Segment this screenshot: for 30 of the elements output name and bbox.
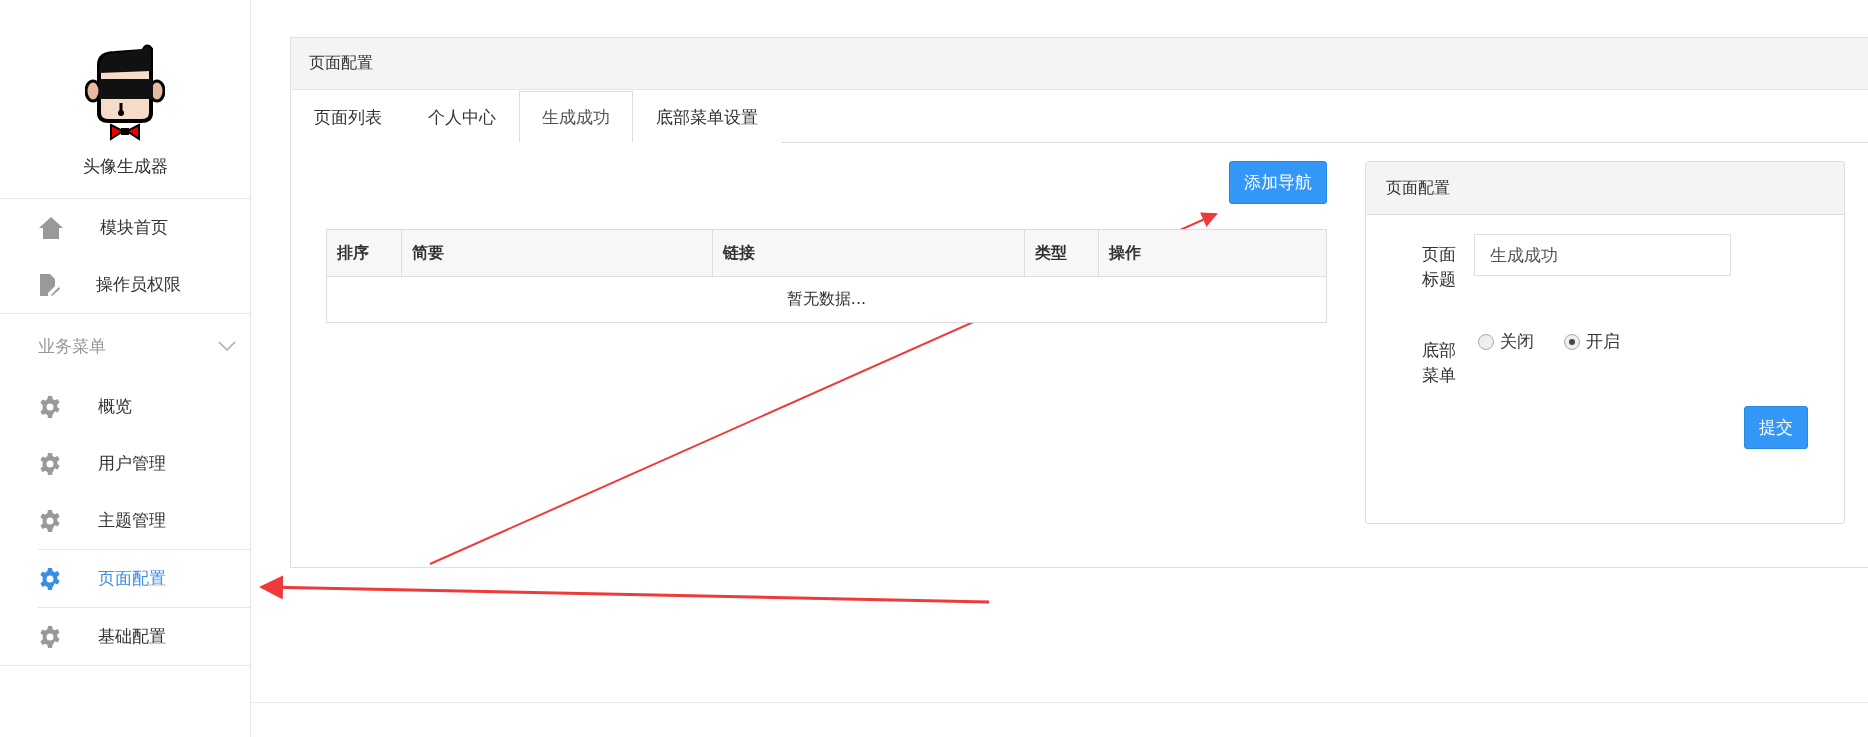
sidebar-item[interactable]: 基础配置 [38,607,250,665]
column-header: 类型 [1025,230,1099,276]
radio-option[interactable]: 关闭 [1478,330,1534,353]
radio-option[interactable]: 开启 [1564,330,1620,353]
page-title-input[interactable]: 生成成功 [1474,234,1731,276]
column-header: 链接 [713,230,1025,276]
app-name: 头像生成器 [82,155,168,178]
sidebar-item[interactable]: 操作员权限 [38,256,250,313]
settings-icon [38,451,62,476]
panel-title: 页面配置 [291,38,1868,90]
empty-message: 暂无数据... [785,288,868,310]
document-edit-icon [38,272,60,297]
sidebar-item[interactable]: 概览 [38,378,250,435]
column-header: 排序 [327,230,402,276]
card-title: 页面配置 [1366,162,1844,215]
sidebar-item[interactable]: 用户管理 [38,435,250,492]
chevron-icon [218,341,236,351]
sidebar-item[interactable]: 模块首页 [38,199,250,256]
column-header: 简要 [402,230,713,276]
sidebar-item[interactable]: 主题管理 [38,492,250,549]
home-icon [38,215,64,240]
settings-icon [38,624,62,649]
field-label: 底部菜单 [1422,339,1457,387]
field-label: 页面标题 [1422,243,1457,291]
sidebar-item[interactable]: 页面配置 [38,549,250,607]
settings-icon [38,566,62,591]
settings-icon [38,508,62,533]
tab[interactable]: 生成成功 [519,91,633,143]
column-header: 操作 [1107,241,1142,264]
settings-icon [38,394,62,419]
